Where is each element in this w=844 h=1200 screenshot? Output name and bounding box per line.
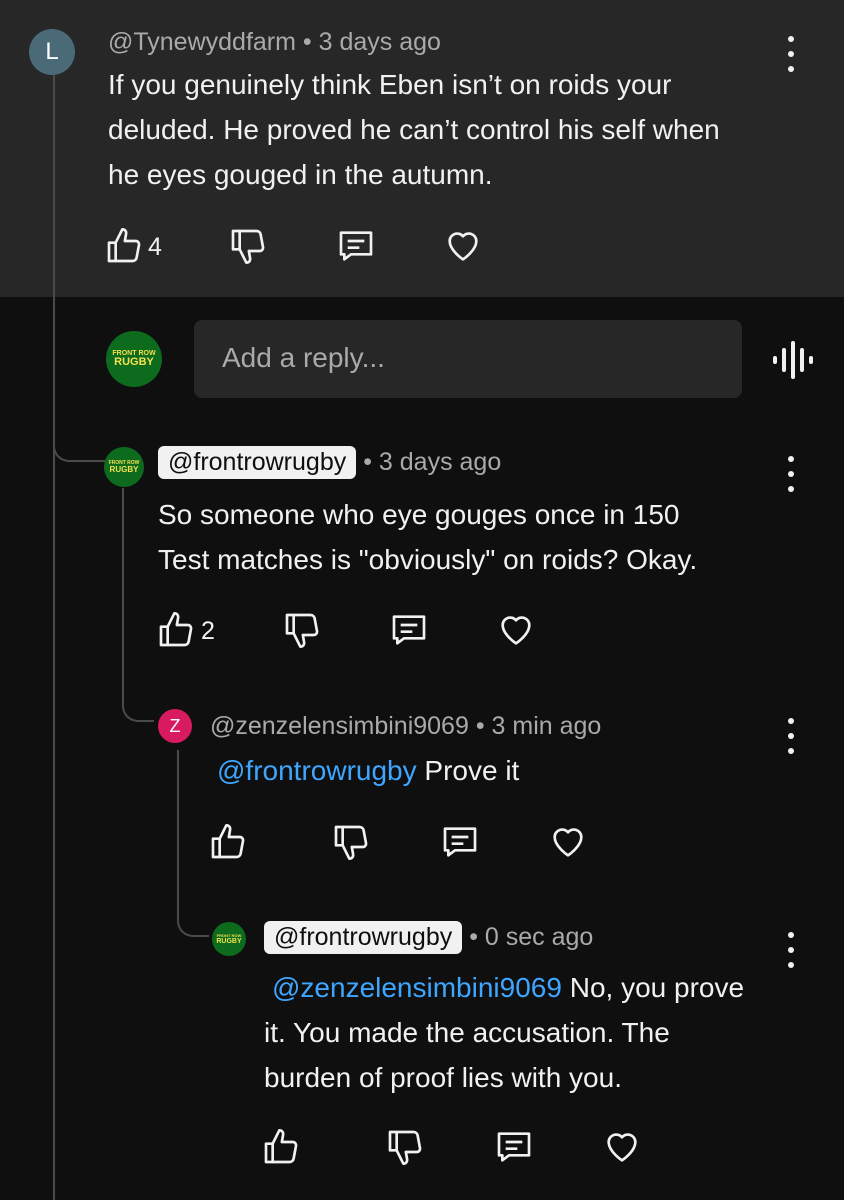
avatar[interactable]: FRONT ROW RUGBY	[104, 447, 144, 487]
reply-icon[interactable]	[336, 226, 376, 266]
comment-text: If you genuinely think Eben isn’t on roi…	[108, 62, 720, 197]
comment-line: deluded. He proved he can’t control his …	[108, 114, 720, 145]
user-avatar-logo[interactable]: FRONT ROW RUGBY	[106, 331, 162, 387]
comment-line: Prove it	[416, 755, 520, 786]
avatar-letter: Z	[169, 715, 181, 736]
like-icon[interactable]	[104, 226, 144, 266]
heart-icon[interactable]	[496, 610, 536, 650]
comment-author[interactable]: @zenzelensimbini9069	[210, 712, 469, 740]
reply-placeholder: Add a reply...	[222, 342, 385, 373]
heart-icon[interactable]	[548, 822, 588, 862]
like-icon[interactable]	[156, 610, 196, 650]
comment-line: he eyes gouged in the autumn.	[108, 159, 493, 190]
comment-line: burden of proof lies with you.	[264, 1062, 622, 1093]
comment-author-chip[interactable]: @frontrowrugby	[158, 446, 357, 479]
dislike-icon[interactable]	[282, 610, 322, 650]
comment-time[interactable]: 3 days ago	[319, 28, 441, 56]
comment-line: No, you prove	[561, 972, 745, 1003]
comment-meta: @frontrowrugby • 3 days ago	[158, 446, 501, 479]
comment-time[interactable]: 0 sec ago	[485, 923, 593, 951]
like-count: 2	[201, 617, 215, 645]
reply-icon[interactable]	[389, 610, 429, 650]
comment-text: @zenzelensimbini9069 No, you prove it. Y…	[264, 965, 744, 1100]
dislike-icon[interactable]	[385, 1127, 425, 1167]
more-vert-icon[interactable]	[781, 932, 801, 968]
comment-line: Test matches is "obviously" on roids? Ok…	[158, 544, 698, 575]
mention-link[interactable]: @zenzelensimbini9069	[272, 972, 562, 1003]
comment-line-1: @zenzelensimbini9069 No, you prove	[264, 965, 744, 1010]
more-vert-icon[interactable]	[781, 456, 801, 492]
comment-meta: @frontrowrugby • 0 sec ago	[264, 921, 593, 954]
comment-author-chip[interactable]: @frontrowrugby	[264, 921, 463, 954]
heart-icon[interactable]	[602, 1127, 642, 1167]
comment-author[interactable]: @Tynewyddfarm	[108, 28, 296, 56]
logo-text: RUGBY	[216, 937, 242, 945]
more-vert-icon[interactable]	[781, 36, 801, 72]
comment-line: So someone who eye gouges once in 150	[158, 499, 680, 530]
comment-meta: @Tynewyddfarm • 3 days ago	[108, 28, 441, 57]
avatar[interactable]: FRONT ROW RUGBY	[212, 922, 246, 956]
reply-icon[interactable]	[440, 822, 480, 862]
dislike-icon[interactable]	[228, 226, 268, 266]
meta-separator: •	[302, 28, 312, 56]
reply-input[interactable]: Add a reply...	[194, 320, 742, 398]
more-vert-icon[interactable]	[781, 718, 801, 754]
like-icon[interactable]	[208, 822, 248, 862]
avatar[interactable]: Z	[158, 709, 192, 743]
thread-line-main	[53, 75, 55, 1200]
avatar-letter: L	[45, 38, 59, 65]
comment-text: So someone who eye gouges once in 150 Te…	[158, 492, 697, 582]
avatar[interactable]: L	[29, 29, 75, 75]
logo-text: RUGBY	[109, 464, 139, 474]
mention-link[interactable]: @frontrowrugby	[217, 755, 417, 786]
thread-line-reply-1	[122, 488, 124, 688]
comment-line: it. You made the accusation. The	[264, 1017, 670, 1048]
dislike-icon[interactable]	[331, 822, 371, 862]
like-count: 4	[148, 233, 162, 261]
comment-text: @frontrowrugby Prove it	[217, 748, 519, 793]
thread-curve-1	[53, 420, 105, 462]
reply-icon[interactable]	[494, 1127, 534, 1167]
like-icon[interactable]	[261, 1127, 301, 1167]
voice-search-icon[interactable]	[770, 338, 814, 382]
meta-separator: •	[469, 923, 478, 951]
comment-time[interactable]: 3 days ago	[379, 448, 501, 476]
comment-line: If you genuinely think Eben isn’t on roi…	[108, 69, 672, 100]
logo-text: RUGBY	[114, 356, 154, 368]
meta-separator: •	[363, 448, 372, 476]
thread-curve-3	[177, 895, 209, 937]
thread-curve-2	[122, 680, 154, 722]
comment-meta: @zenzelensimbini9069 • 3 min ago	[210, 712, 601, 741]
thread-line-reply-2	[177, 750, 179, 900]
comment-time[interactable]: 3 min ago	[492, 712, 602, 740]
meta-separator: •	[475, 712, 485, 740]
heart-icon[interactable]	[443, 226, 483, 266]
